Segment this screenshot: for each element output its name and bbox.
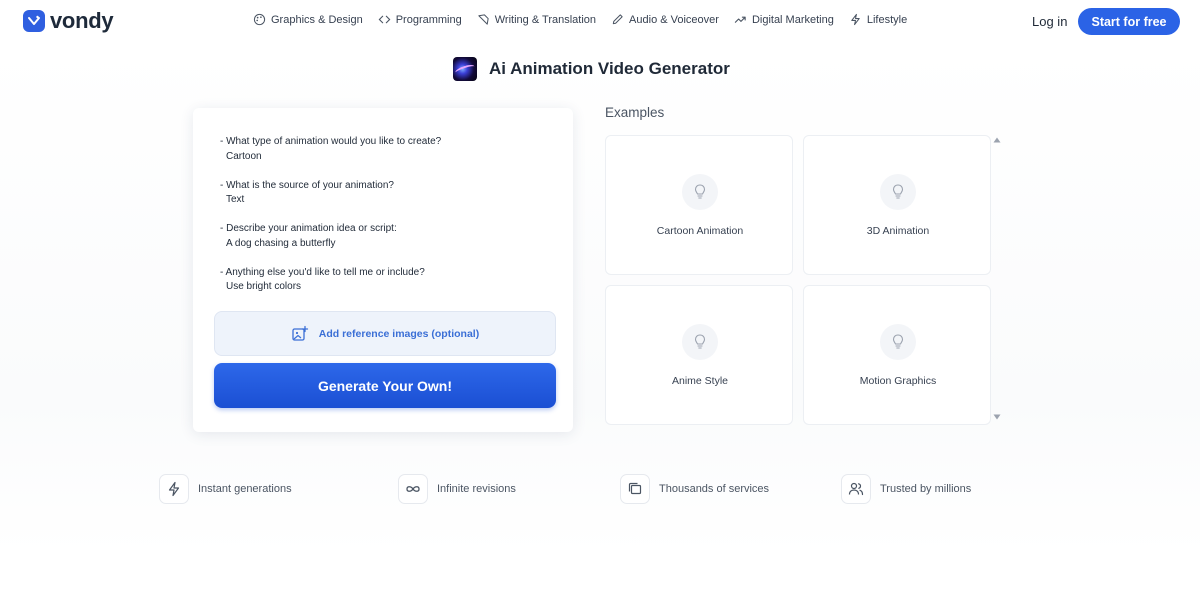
prompt-question: - Describe your animation idea or script…	[220, 223, 397, 234]
nav-writing-translation[interactable]: Writing & Translation	[477, 13, 596, 26]
lightning-icon	[851, 13, 860, 26]
generate-button[interactable]: Generate Your Own!	[214, 363, 556, 408]
prompt-answer: Use bright colors	[226, 281, 302, 292]
feature-label: Thousands of services	[659, 483, 770, 495]
example-card-anime-style[interactable]: Anime Style	[605, 285, 793, 425]
nav-label: Audio & Voiceover	[629, 13, 719, 26]
example-card-3d-animation[interactable]: 3D Animation	[803, 135, 991, 275]
prompt-answer: Text	[226, 194, 245, 205]
login-link[interactable]: Log in	[1032, 14, 1067, 29]
feature-trusted-by-millions: Trusted by millions	[841, 474, 971, 504]
examples-heading: Examples	[605, 105, 665, 120]
prompt-answer: A dog chasing a butterfly	[226, 237, 336, 249]
image-add-icon	[292, 325, 308, 341]
feature-instant-generations: Instant generations	[159, 474, 292, 504]
nav-label: Writing & Translation	[494, 13, 597, 26]
nav-programming[interactable]: Programming	[378, 13, 462, 26]
nav-label: Graphics & Design	[271, 13, 363, 26]
prompt-question: - Anything else you'd like to tell me or…	[220, 266, 425, 278]
top-header: vondy Graphics & Design Programming Writ…	[0, 0, 1200, 44]
prompt-question: - What is the source of your animation?	[220, 179, 394, 191]
nav-graphics-design[interactable]: Graphics & Design	[253, 13, 363, 26]
logo-text: vondy	[50, 8, 114, 33]
vondy-logo-icon	[23, 10, 45, 32]
animation-thumbnail-icon	[453, 57, 477, 81]
page-title: Ai Animation Video Generator	[489, 59, 730, 78]
vondy-logo[interactable]: vondy	[23, 8, 114, 33]
example-card-cartoon-animation[interactable]: Cartoon Animation	[605, 135, 793, 275]
lightbulb-icon	[880, 174, 916, 210]
nav-label: Lifestyle	[866, 13, 908, 26]
prompt-text-area[interactable]: - What type of animation would you like …	[220, 135, 550, 309]
feature-infinite-revisions: Infinite revisions	[398, 474, 516, 504]
example-label: 3D Animation	[866, 225, 930, 237]
category-nav: Graphics & Design Programming Writing & …	[253, 13, 907, 26]
pen-nib-icon	[478, 14, 489, 25]
scroll-up-arrow-icon[interactable]	[993, 137, 1001, 143]
code-icon	[378, 15, 391, 24]
pencil-icon	[612, 14, 623, 25]
nav-digital-marketing[interactable]: Digital Marketing	[734, 13, 834, 26]
nav-label: Digital Marketing	[751, 13, 834, 26]
feature-thousands-of-services: Thousands of services	[620, 474, 769, 504]
example-label: Anime Style	[671, 375, 729, 387]
users-icon	[841, 474, 871, 504]
lightning-icon	[159, 474, 189, 504]
scroll-down-arrow-icon[interactable]	[993, 414, 1001, 420]
palette-icon	[253, 13, 266, 26]
feature-label: Instant generations	[198, 483, 292, 495]
nav-label: Programming	[395, 13, 462, 26]
nav-lifestyle[interactable]: Lifestyle	[849, 13, 907, 26]
lightbulb-icon	[880, 324, 916, 360]
infinity-icon	[398, 474, 428, 504]
nav-audio-voiceover[interactable]: Audio & Voiceover	[611, 13, 719, 26]
stack-icon	[620, 474, 650, 504]
prompt-answer: Cartoon	[226, 150, 262, 162]
example-label: Cartoon Animation	[656, 225, 744, 237]
feature-label: Trusted by millions	[880, 483, 972, 495]
lightbulb-icon	[682, 174, 718, 210]
add-reference-images-button[interactable]: Add reference images (optional)	[214, 311, 556, 356]
reference-label: Add reference images (optional)	[318, 327, 480, 340]
example-label: Motion Graphics	[859, 375, 937, 387]
start-for-free-button[interactable]: Start for free	[1078, 8, 1180, 35]
page-title-group: Ai Animation Video Generator	[453, 57, 730, 81]
feature-label: Infinite revisions	[437, 483, 516, 495]
trend-up-icon	[734, 16, 746, 23]
example-card-motion-graphics[interactable]: Motion Graphics	[803, 285, 991, 425]
lightbulb-icon	[682, 324, 718, 360]
prompt-question: - What type of animation would you like …	[220, 136, 442, 147]
